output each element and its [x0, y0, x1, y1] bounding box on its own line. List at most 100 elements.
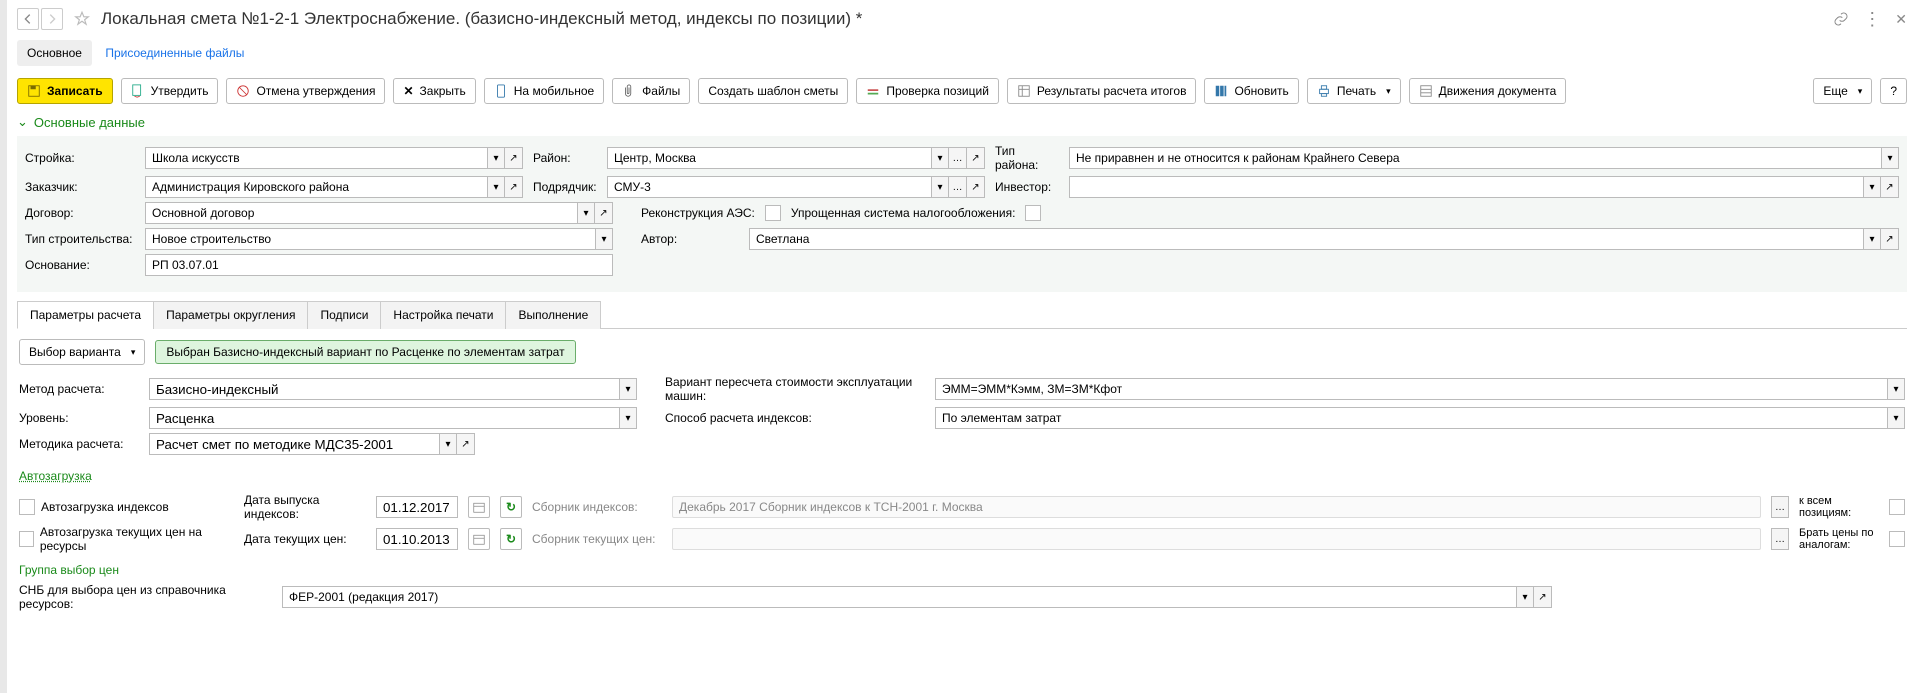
calendar-icon[interactable]	[468, 528, 490, 550]
refresh-button[interactable]: Обновить	[1204, 78, 1298, 104]
idx-checkbox[interactable]	[19, 499, 35, 515]
ptab-print[interactable]: Настройка печати	[380, 301, 506, 329]
author-input[interactable]	[749, 228, 1863, 250]
dropdown-icon[interactable]: ▾	[1887, 378, 1905, 400]
stroyka-input[interactable]	[145, 147, 487, 169]
open-icon[interactable]: ↗	[967, 147, 985, 169]
open-icon[interactable]: ↗	[505, 147, 523, 169]
ellipsis-icon[interactable]: …	[949, 147, 967, 169]
usn-checkbox[interactable]	[1025, 205, 1041, 221]
ptab-sign[interactable]: Подписи	[307, 301, 381, 329]
back-button[interactable]	[17, 8, 39, 30]
label-analog: Брать цены по аналогам:	[1799, 527, 1879, 551]
ellipsis-icon[interactable]: …	[1771, 528, 1789, 550]
metod-input[interactable]	[149, 433, 439, 455]
open-icon[interactable]: ↗	[1881, 176, 1899, 198]
help-button[interactable]: ?	[1880, 78, 1907, 104]
osn-input[interactable]	[145, 254, 613, 276]
label-idx-date: Дата выпуска индексов:	[244, 493, 366, 521]
label-allpos: к всем позициям:	[1799, 495, 1879, 519]
label-idx-chk: Автозагрузка индексов	[41, 500, 169, 514]
subtab-main[interactable]: Основное	[17, 40, 92, 66]
refresh-idx-button[interactable]: ↻	[500, 496, 522, 518]
more-button[interactable]: Еще▾	[1813, 78, 1872, 104]
refresh-cur-button[interactable]: ↻	[500, 528, 522, 550]
tipstroy-input[interactable]	[145, 228, 595, 250]
investor-input[interactable]	[1069, 176, 1863, 198]
dropdown-icon[interactable]: ▾	[1516, 586, 1534, 608]
rekon-checkbox[interactable]	[765, 205, 781, 221]
close-button[interactable]: ✕Закрыть	[393, 78, 475, 104]
label-cur-chk: Автозагрузка текущих цен на ресурсы	[40, 525, 234, 553]
label-way: Способ расчета индексов:	[665, 411, 925, 425]
dropdown-icon[interactable]: ▾	[577, 202, 595, 224]
open-icon[interactable]: ↗	[1534, 586, 1552, 608]
autoload-header[interactable]: Автозагрузка	[19, 469, 92, 483]
cur-checkbox[interactable]	[19, 531, 34, 547]
variant-button[interactable]: Выбор варианта▾	[19, 339, 145, 365]
calendar-icon[interactable]	[468, 496, 490, 518]
close-icon[interactable]: ✕	[1895, 11, 1907, 28]
label-stroyka: Стройка:	[25, 151, 135, 165]
cur-date-input[interactable]	[376, 528, 458, 550]
ellipsis-icon[interactable]: …	[949, 176, 967, 198]
snb-input[interactable]	[282, 586, 1516, 608]
open-icon[interactable]: ↗	[457, 433, 475, 455]
idx-date-input[interactable]	[376, 496, 458, 518]
save-button[interactable]: Записать	[17, 78, 113, 104]
label-zakazchik: Заказчик:	[25, 180, 135, 194]
zakazchik-input[interactable]	[145, 176, 487, 198]
idx-coll-value: Декабрь 2017 Сборник индексов к ТСН-2001…	[672, 496, 1761, 518]
var-input[interactable]	[935, 378, 1887, 400]
label-author: Автор:	[641, 232, 739, 246]
dropdown-icon[interactable]: ▾	[619, 378, 637, 400]
dropdown-icon[interactable]: ▾	[1887, 407, 1905, 429]
moves-button[interactable]: Движения документа	[1409, 78, 1567, 104]
link-icon[interactable]	[1833, 11, 1849, 27]
podr-input[interactable]	[607, 176, 931, 198]
unapprove-button[interactable]: Отмена утверждения	[226, 78, 385, 104]
template-button[interactable]: Создать шаблон сметы	[698, 78, 848, 104]
method-input[interactable]	[149, 378, 619, 400]
rayon-input[interactable]	[607, 147, 931, 169]
open-icon[interactable]: ↗	[1881, 228, 1899, 250]
section-main-header[interactable]: ⌄ Основные данные	[17, 114, 1907, 130]
files-button[interactable]: Файлы	[612, 78, 690, 104]
print-button[interactable]: Печать▾	[1307, 78, 1401, 104]
open-icon[interactable]: ↗	[505, 176, 523, 198]
analog-checkbox[interactable]	[1889, 531, 1905, 547]
dropdown-icon[interactable]: ▾	[1881, 147, 1899, 169]
dropdown-icon[interactable]: ▾	[1863, 228, 1881, 250]
subtab-files[interactable]: Присоединенные файлы	[95, 40, 254, 66]
open-icon[interactable]: ↗	[595, 202, 613, 224]
forward-button[interactable]	[41, 8, 63, 30]
label-rekon: Реконструкция АЭС:	[641, 206, 755, 220]
check-button[interactable]: Проверка позиций	[856, 78, 999, 104]
allpos-checkbox[interactable]	[1889, 499, 1905, 515]
tipray-input[interactable]	[1069, 147, 1881, 169]
more-icon[interactable]: ⋮	[1863, 9, 1881, 30]
dropdown-icon[interactable]: ▾	[619, 407, 637, 429]
label-podr: Подрядчик:	[533, 180, 597, 194]
dogovor-input[interactable]	[145, 202, 577, 224]
ptab-round[interactable]: Параметры округления	[153, 301, 308, 329]
star-icon[interactable]	[73, 10, 91, 28]
level-input[interactable]	[149, 407, 619, 429]
dropdown-icon[interactable]: ▾	[931, 147, 949, 169]
ellipsis-icon[interactable]: …	[1771, 496, 1789, 518]
approve-button[interactable]: Утвердить	[121, 78, 219, 104]
dropdown-icon[interactable]: ▾	[487, 176, 505, 198]
way-input[interactable]	[935, 407, 1887, 429]
results-button[interactable]: Результаты расчета итогов	[1007, 78, 1197, 104]
dropdown-icon[interactable]: ▾	[487, 147, 505, 169]
ptab-params[interactable]: Параметры расчета	[17, 301, 154, 329]
group-price-header: Группа выбор цен	[19, 563, 1905, 577]
open-icon[interactable]: ↗	[967, 176, 985, 198]
ptab-exec[interactable]: Выполнение	[505, 301, 601, 329]
dropdown-icon[interactable]: ▾	[595, 228, 613, 250]
variant-badge: Выбран Базисно-индексный вариант по Расц…	[155, 340, 575, 364]
dropdown-icon[interactable]: ▾	[439, 433, 457, 455]
dropdown-icon[interactable]: ▾	[931, 176, 949, 198]
mobile-button[interactable]: На мобильное	[484, 78, 604, 104]
dropdown-icon[interactable]: ▾	[1863, 176, 1881, 198]
